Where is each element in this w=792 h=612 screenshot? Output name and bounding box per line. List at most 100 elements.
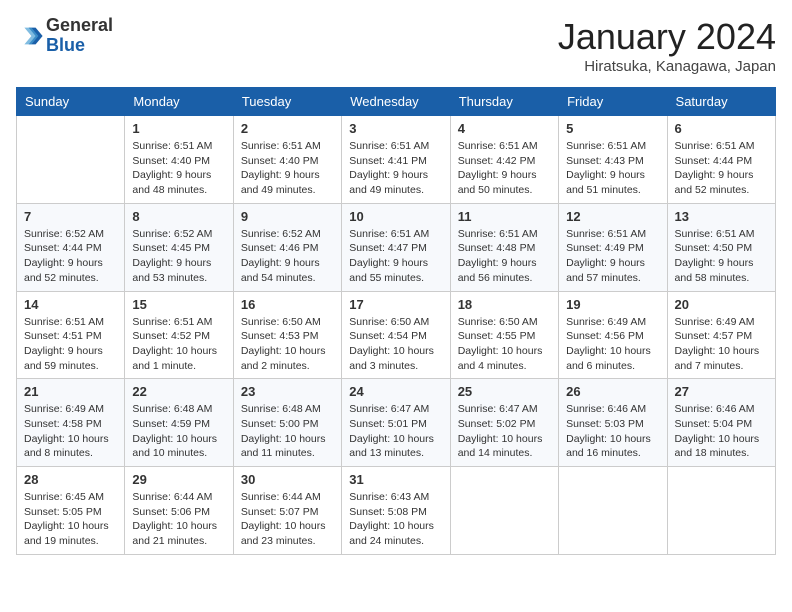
day-info: Sunrise: 6:51 AMSunset: 4:42 PMDaylight:… bbox=[458, 139, 551, 198]
logo-line1: General bbox=[46, 15, 113, 35]
day-number: 18 bbox=[458, 297, 551, 312]
calendar-cell bbox=[450, 467, 558, 555]
day-info: Sunrise: 6:51 AMSunset: 4:40 PMDaylight:… bbox=[241, 139, 334, 198]
day-number: 9 bbox=[241, 209, 334, 224]
day-number: 16 bbox=[241, 297, 334, 312]
day-number: 29 bbox=[132, 472, 225, 487]
calendar-cell: 13Sunrise: 6:51 AMSunset: 4:50 PMDayligh… bbox=[667, 203, 775, 291]
calendar-cell: 2 Sunrise: 6:51 AMSunset: 4:40 PMDaylight… bbox=[233, 116, 341, 204]
calendar-cell: 12 Sunrise: 6:51 AMSunset: 4:49 PMDayligh… bbox=[559, 203, 667, 291]
calendar-table: SundayMondayTuesdayWednesdayThursdayFrid… bbox=[16, 87, 776, 555]
day-info: Sunrise: 6:51 AMSunset: 4:40 PMDaylight:… bbox=[132, 139, 225, 198]
day-info: Sunrise: 6:52 AMSunset: 4:45 PMDaylight:… bbox=[132, 227, 225, 286]
day-number: 30 bbox=[241, 472, 334, 487]
day-number: 25 bbox=[458, 384, 551, 399]
day-number: 10 bbox=[349, 209, 442, 224]
day-number: 19 bbox=[566, 297, 659, 312]
calendar-cell: 17 Sunrise: 6:50 AMSunset: 4:54 PMDayligh… bbox=[342, 291, 450, 379]
calendar-cell: 9 Sunrise: 6:52 AMSunset: 4:46 PMDaylight… bbox=[233, 203, 341, 291]
day-number: 17 bbox=[349, 297, 442, 312]
day-info: Sunrise: 6:50 AMSunset: 4:53 PMDaylight:… bbox=[241, 315, 334, 374]
day-number: 7 bbox=[24, 209, 117, 224]
calendar-cell: 14 Sunrise: 6:51 AMSunset: 4:51 PMDayligh… bbox=[17, 291, 125, 379]
day-info: Sunrise: 6:51 AMSunset: 4:41 PMDaylight:… bbox=[349, 139, 442, 198]
day-number: 28 bbox=[24, 472, 117, 487]
day-of-week-thursday: Thursday bbox=[450, 88, 558, 116]
day-info: Sunrise: 6:52 AMSunset: 4:44 PMDaylight:… bbox=[24, 227, 117, 286]
calendar-cell: 24 Sunrise: 6:47 AMSunset: 5:01 PMDayligh… bbox=[342, 379, 450, 467]
calendar-cell: 4Sunrise: 6:51 AMSunset: 4:42 PMDaylight… bbox=[450, 116, 558, 204]
day-number: 14 bbox=[24, 297, 117, 312]
day-info: Sunrise: 6:49 AMSunset: 4:58 PMDaylight:… bbox=[24, 402, 117, 461]
calendar-cell: 29 Sunrise: 6:44 AMSunset: 5:06 PMDayligh… bbox=[125, 467, 233, 555]
day-info: Sunrise: 6:47 AMSunset: 5:01 PMDaylight:… bbox=[349, 402, 442, 461]
day-info: Sunrise: 6:51 AMSunset: 4:49 PMDaylight:… bbox=[566, 227, 659, 286]
calendar-cell: 25Sunrise: 6:47 AMSunset: 5:02 PMDayligh… bbox=[450, 379, 558, 467]
day-number: 22 bbox=[132, 384, 225, 399]
calendar-cell: 18Sunrise: 6:50 AMSunset: 4:55 PMDayligh… bbox=[450, 291, 558, 379]
calendar-cell bbox=[17, 116, 125, 204]
day-number: 26 bbox=[566, 384, 659, 399]
day-number: 27 bbox=[675, 384, 768, 399]
day-info: Sunrise: 6:51 AMSunset: 4:48 PMDaylight:… bbox=[458, 227, 551, 286]
calendar-cell bbox=[667, 467, 775, 555]
day-number: 11 bbox=[458, 209, 551, 224]
calendar-header-row: SundayMondayTuesdayWednesdayThursdayFrid… bbox=[17, 88, 776, 116]
calendar-cell: 5Sunrise: 6:51 AMSunset: 4:43 PMDaylight… bbox=[559, 116, 667, 204]
day-number: 24 bbox=[349, 384, 442, 399]
day-number: 6 bbox=[675, 121, 768, 136]
calendar-cell: 15Sunrise: 6:51 AMSunset: 4:52 PMDayligh… bbox=[125, 291, 233, 379]
day-of-week-friday: Friday bbox=[559, 88, 667, 116]
day-info: Sunrise: 6:51 AMSunset: 4:44 PMDaylight:… bbox=[675, 139, 768, 198]
day-number: 12 bbox=[566, 209, 659, 224]
calendar-cell: 26 Sunrise: 6:46 AMSunset: 5:03 PMDayligh… bbox=[559, 379, 667, 467]
calendar-cell: 6 Sunrise: 6:51 AMSunset: 4:44 PMDaylight… bbox=[667, 116, 775, 204]
day-number: 3 bbox=[349, 121, 442, 136]
day-of-week-wednesday: Wednesday bbox=[342, 88, 450, 116]
logo-icon bbox=[16, 22, 44, 50]
page-header: General Blue January 2024 Hiratsuka, Kan… bbox=[16, 16, 776, 75]
logo: General Blue bbox=[16, 16, 113, 56]
day-info: Sunrise: 6:45 AMSunset: 5:05 PMDaylight:… bbox=[24, 490, 117, 549]
day-info: Sunrise: 6:49 AMSunset: 4:56 PMDaylight:… bbox=[566, 315, 659, 374]
day-info: Sunrise: 6:51 AMSunset: 4:51 PMDaylight:… bbox=[24, 315, 117, 374]
calendar-cell: 21 Sunrise: 6:49 AMSunset: 4:58 PMDayligh… bbox=[17, 379, 125, 467]
calendar-cell: 3 Sunrise: 6:51 AMSunset: 4:41 PMDaylight… bbox=[342, 116, 450, 204]
day-number: 2 bbox=[241, 121, 334, 136]
day-info: Sunrise: 6:51 AMSunset: 4:43 PMDaylight:… bbox=[566, 139, 659, 198]
day-number: 15 bbox=[132, 297, 225, 312]
title-area: January 2024 Hiratsuka, Kanagawa, Japan bbox=[558, 16, 776, 75]
day-info: Sunrise: 6:51 AMSunset: 4:50 PMDaylight:… bbox=[675, 227, 768, 286]
day-info: Sunrise: 6:44 AMSunset: 5:06 PMDaylight:… bbox=[132, 490, 225, 549]
calendar-cell bbox=[559, 467, 667, 555]
calendar-cell: 22 Sunrise: 6:48 AMSunset: 4:59 PMDayligh… bbox=[125, 379, 233, 467]
calendar-week-5: 28 Sunrise: 6:45 AMSunset: 5:05 PMDayligh… bbox=[17, 467, 776, 555]
day-of-week-tuesday: Tuesday bbox=[233, 88, 341, 116]
calendar-cell: 8 Sunrise: 6:52 AMSunset: 4:45 PMDaylight… bbox=[125, 203, 233, 291]
day-info: Sunrise: 6:50 AMSunset: 4:54 PMDaylight:… bbox=[349, 315, 442, 374]
day-info: Sunrise: 6:46 AMSunset: 5:03 PMDaylight:… bbox=[566, 402, 659, 461]
day-number: 21 bbox=[24, 384, 117, 399]
calendar-cell: 30 Sunrise: 6:44 AMSunset: 5:07 PMDayligh… bbox=[233, 467, 341, 555]
day-info: Sunrise: 6:48 AMSunset: 4:59 PMDaylight:… bbox=[132, 402, 225, 461]
day-info: Sunrise: 6:52 AMSunset: 4:46 PMDaylight:… bbox=[241, 227, 334, 286]
day-number: 20 bbox=[675, 297, 768, 312]
day-number: 23 bbox=[241, 384, 334, 399]
day-info: Sunrise: 6:48 AMSunset: 5:00 PMDaylight:… bbox=[241, 402, 334, 461]
month-title: January 2024 bbox=[558, 16, 776, 58]
location: Hiratsuka, Kanagawa, Japan bbox=[558, 58, 776, 75]
calendar-cell: 28 Sunrise: 6:45 AMSunset: 5:05 PMDayligh… bbox=[17, 467, 125, 555]
calendar-cell: 10Sunrise: 6:51 AMSunset: 4:47 PMDayligh… bbox=[342, 203, 450, 291]
logo-line2: Blue bbox=[46, 35, 85, 55]
calendar-week-4: 21 Sunrise: 6:49 AMSunset: 4:58 PMDayligh… bbox=[17, 379, 776, 467]
day-of-week-sunday: Sunday bbox=[17, 88, 125, 116]
calendar-cell: 20Sunrise: 6:49 AMSunset: 4:57 PMDayligh… bbox=[667, 291, 775, 379]
day-info: Sunrise: 6:44 AMSunset: 5:07 PMDaylight:… bbox=[241, 490, 334, 549]
day-number: 8 bbox=[132, 209, 225, 224]
day-number: 31 bbox=[349, 472, 442, 487]
calendar-cell: 1Sunrise: 6:51 AMSunset: 4:40 PMDaylight… bbox=[125, 116, 233, 204]
calendar-week-3: 14 Sunrise: 6:51 AMSunset: 4:51 PMDayligh… bbox=[17, 291, 776, 379]
calendar-cell: 16 Sunrise: 6:50 AMSunset: 4:53 PMDayligh… bbox=[233, 291, 341, 379]
calendar-cell: 7 Sunrise: 6:52 AMSunset: 4:44 PMDaylight… bbox=[17, 203, 125, 291]
day-info: Sunrise: 6:46 AMSunset: 5:04 PMDaylight:… bbox=[675, 402, 768, 461]
